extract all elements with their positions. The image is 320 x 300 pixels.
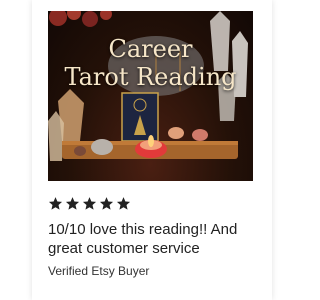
reviewer-name: Verified Etsy Buyer — [48, 264, 150, 278]
star-icon — [116, 197, 131, 210]
star-icon — [65, 197, 80, 210]
star-rating — [48, 196, 131, 214]
star-icon — [99, 197, 114, 210]
star-icon — [82, 197, 97, 210]
review-card: Career Tarot Reading 10/10 love this rea… — [32, 0, 272, 300]
review-text: 10/10 love this reading!! And great cust… — [48, 221, 238, 257]
listing-image-subtitle: Tarot Reading — [64, 63, 237, 91]
star-icon — [48, 197, 63, 210]
listing-image[interactable]: Career Tarot Reading — [48, 11, 253, 181]
listing-image-title: Career — [108, 35, 193, 63]
